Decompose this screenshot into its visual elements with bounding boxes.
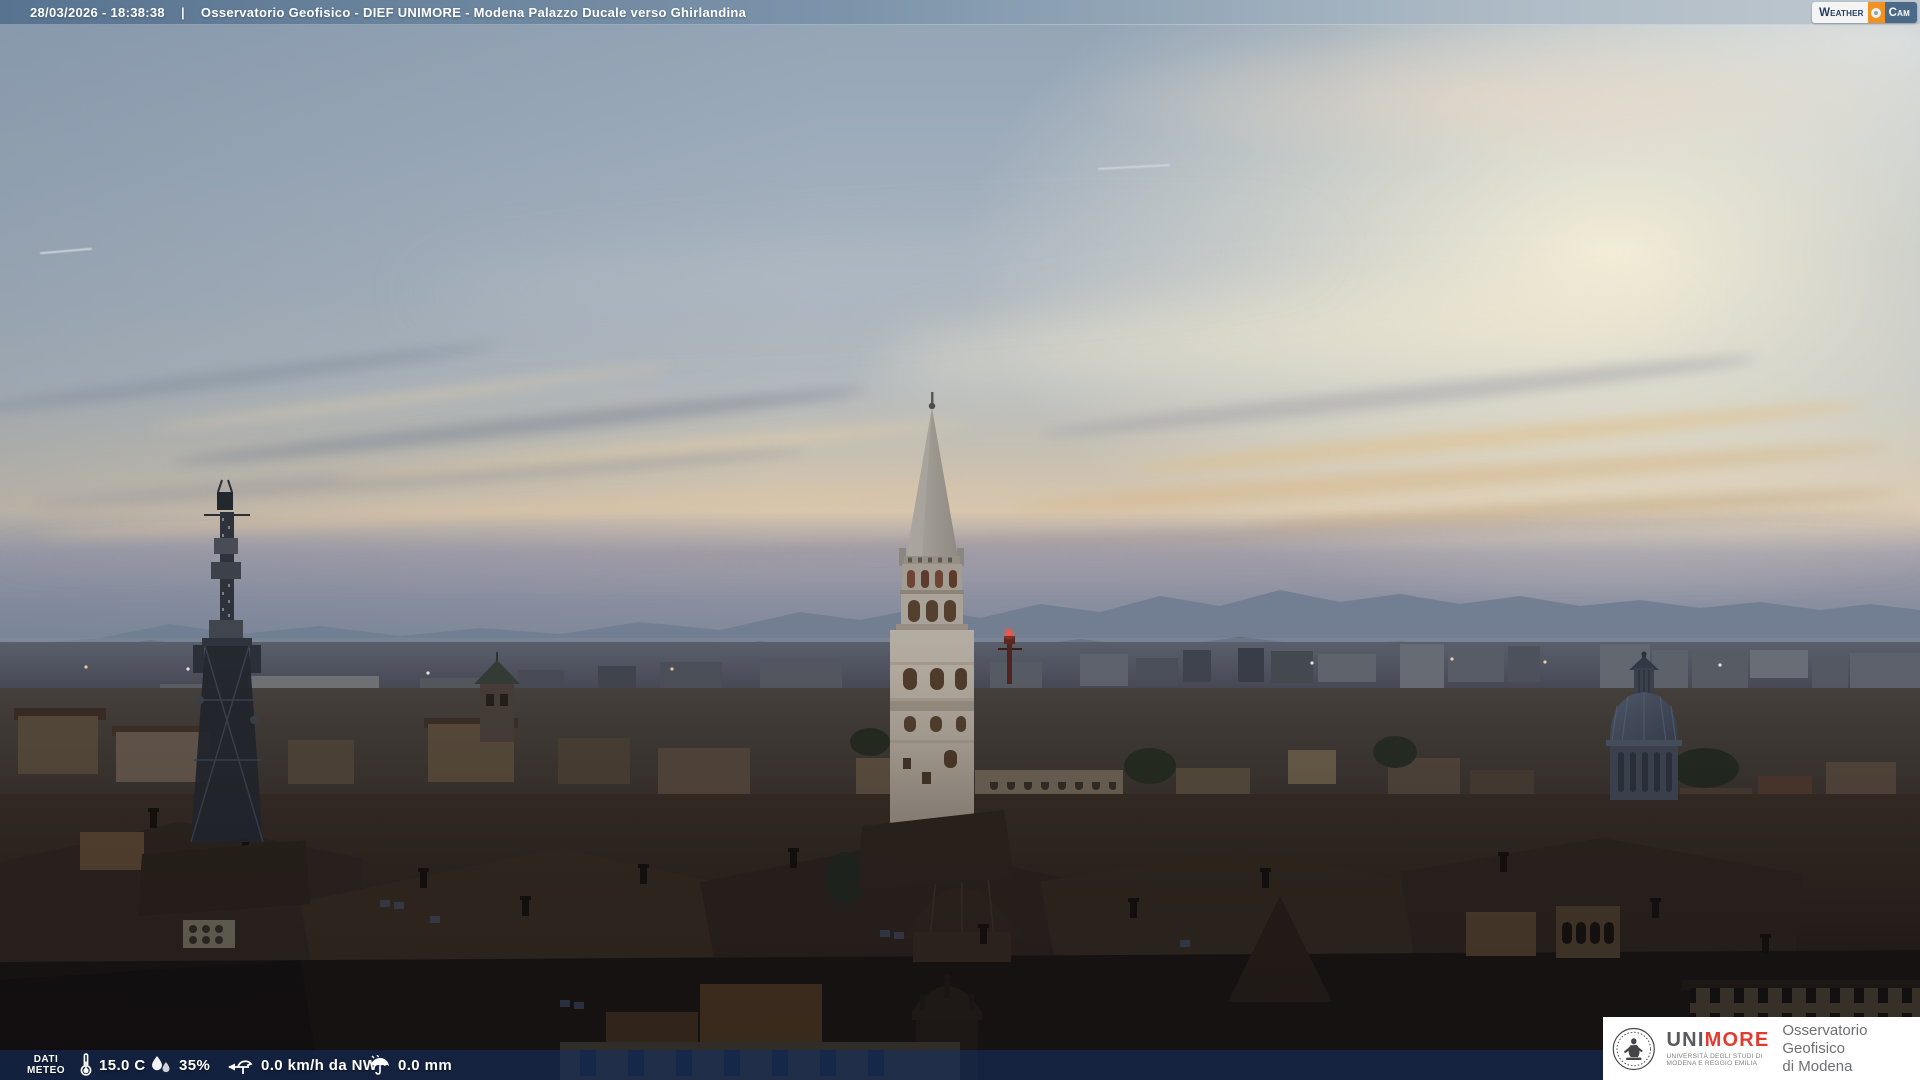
datetime-text: 28/03/2026 - 18:38:38 (30, 4, 165, 20)
unimore-wordmark: UNIMORE UNIVERSITÀ DEGLI STUDI DI MODENA… (1667, 1030, 1770, 1068)
meteo-label-line2: METEO (26, 1065, 66, 1076)
ghirlandina-tower (890, 392, 974, 836)
unimore-uni-text: UNI (1666, 1028, 1705, 1051)
observatory-line2: di Modena (1782, 1057, 1853, 1075)
top-status-bar: 28/03/2026 - 18:38:38 | Osservatorio Geo… (0, 0, 1920, 25)
observatory-line1: Osservatorio Geofisico (1782, 1021, 1868, 1057)
rain-value: 0.0 mm (398, 1056, 453, 1074)
thermometer-icon (80, 1053, 92, 1076)
humidity-group: 35% (150, 1050, 210, 1080)
temperature-value: 15.0 C (99, 1056, 146, 1074)
city-scene (0, 392, 1920, 1080)
observatory-name: Osservatorio Geofisico di Modena (1782, 1022, 1920, 1076)
separator: | (180, 4, 185, 20)
antenna-tower (190, 479, 264, 843)
wind-group: 0.0 km/h da NW (226, 1050, 377, 1080)
meteo-label: DATI METEO (22, 1054, 70, 1076)
weathercam-logo[interactable]: Weather Cam (1812, 2, 1917, 23)
meteo-label-line1: DATI (33, 1054, 59, 1065)
humidity-drops-icon (152, 1055, 170, 1072)
wind-vane-icon (228, 1059, 253, 1074)
unimore-seal-icon (1612, 1027, 1655, 1070)
wind-value: 0.0 km/h da NW (261, 1056, 378, 1074)
weathercam-cam-label: Cam (1884, 2, 1917, 23)
webcam-view: 28/03/2026 - 18:38:38 | Osservatorio Geo… (0, 0, 1920, 1080)
unimore-subtitle-line1: UNIVERSITÀ DEGLI STUDI DI (1666, 1052, 1763, 1060)
weathercam-weather-label: Weather (1812, 2, 1868, 23)
temperature-group: 15.0 C (80, 1050, 146, 1080)
unimore-subtitle-line2: MODENA E REGGIO EMILIA (1666, 1060, 1758, 1067)
camera-lens-icon (1867, 2, 1885, 23)
unimore-more-text: MORE (1704, 1028, 1770, 1051)
camera-title: Osservatorio Geofisico - DIEF UNIMORE - … (200, 4, 747, 20)
umbrella-rain-icon (371, 1054, 389, 1075)
humidity-value: 35% (179, 1056, 211, 1074)
rain-group: 0.0 mm (368, 1050, 452, 1080)
unimore-badge[interactable]: UNIMORE UNIVERSITÀ DEGLI STUDI DI MODENA… (1603, 1017, 1920, 1080)
